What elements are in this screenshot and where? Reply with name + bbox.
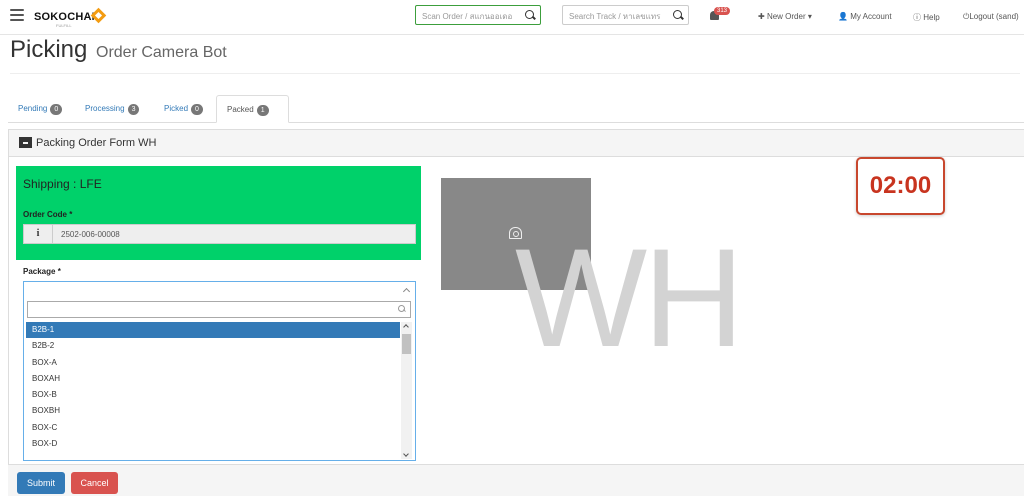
user-icon: 👤 xyxy=(838,12,848,21)
tab-pending[interactable]: Pending 0 xyxy=(8,95,70,122)
shipping-label: Shipping : LFE xyxy=(23,177,102,191)
package-option[interactable]: BOXAH xyxy=(26,371,400,387)
logout-link[interactable]: ⏻Logout (sand) xyxy=(963,12,1019,22)
order-code-value: 2502-006-00008 xyxy=(61,230,120,239)
help-link[interactable]: ⓘ Help xyxy=(913,12,940,23)
new-order-menu[interactable]: ✚ New Order ▾ xyxy=(758,12,812,21)
package-option[interactable]: BOX-D xyxy=(26,436,400,452)
plus-icon: ✚ xyxy=(758,12,765,21)
scroll-down-icon[interactable] xyxy=(403,451,409,457)
search-icon[interactable] xyxy=(673,10,682,19)
top-navbar: SOKOCHAN FULFILL Scan Order / สแกนออเดอ … xyxy=(0,0,1024,35)
page-title: Picking xyxy=(10,36,88,63)
scroll-up-icon[interactable] xyxy=(403,324,409,330)
order-code-label: Order Code * xyxy=(23,210,73,219)
package-select[interactable]: B2B-1 B2B-2 BOX-A BOXAH BOX-B BOXBH BOX-C BOX-D xyxy=(23,281,416,461)
package-label: Package * xyxy=(23,267,61,276)
warehouse-watermark: WH xyxy=(515,219,744,376)
notification-badge[interactable]: 313 xyxy=(714,7,731,15)
tab-picked[interactable]: Picked 0 xyxy=(154,95,212,122)
dropdown-scrollbar[interactable] xyxy=(401,322,412,459)
package-search-input[interactable] xyxy=(27,301,411,318)
menu-icon[interactable] xyxy=(10,9,24,21)
panel-title: Packing Order Form WH xyxy=(36,137,157,149)
package-option[interactable]: B2B-2 xyxy=(26,338,400,354)
scan-order-input[interactable]: Scan Order / สแกนออเดอ xyxy=(415,5,541,25)
package-option[interactable]: BOX-B xyxy=(26,387,400,403)
form-footer xyxy=(8,464,1024,496)
tab-count-badge: 3 xyxy=(127,104,140,115)
package-option[interactable]: BOX-C xyxy=(26,420,400,436)
caret-down-icon: ▾ xyxy=(807,12,812,21)
tab-packed[interactable]: Packed 1 xyxy=(216,95,289,123)
chevron-up-icon[interactable] xyxy=(402,287,411,296)
tab-count-badge: 1 xyxy=(256,105,269,116)
search-icon xyxy=(398,305,405,312)
package-option[interactable]: BOX-A xyxy=(26,355,400,371)
page-subtitle: Order Camera Bot xyxy=(96,44,227,61)
order-code-field: i 2502-006-00008 xyxy=(23,224,416,244)
package-options-list: B2B-1 B2B-2 BOX-A BOXAH BOX-B BOXBH BOX-C BOX-D xyxy=(26,322,400,454)
status-tabs: Pending 0 Processing 3 Picked 0 Packed 1 xyxy=(8,95,1024,123)
divider xyxy=(10,73,1020,74)
tab-count-badge: 0 xyxy=(50,104,63,115)
brand-sub: FULFILL xyxy=(56,23,72,28)
submit-button[interactable]: Submit xyxy=(17,472,65,494)
archive-icon xyxy=(19,137,32,148)
cancel-button[interactable]: Cancel xyxy=(71,472,118,494)
info-icon: ⓘ xyxy=(913,13,921,22)
scroll-thumb[interactable] xyxy=(402,334,411,354)
search-icon[interactable] xyxy=(525,10,534,19)
my-account-link[interactable]: 👤 My Account xyxy=(838,12,892,21)
package-option[interactable]: BOXBH xyxy=(26,403,400,419)
tab-processing[interactable]: Processing 3 xyxy=(75,95,147,122)
countdown-timer: 02:00 xyxy=(856,157,945,215)
search-track-input[interactable]: Search Track / หาเลขแทร xyxy=(562,5,689,25)
brand-logo[interactable]: SOKOCHAN xyxy=(34,11,100,23)
panel-header: Packing Order Form WH xyxy=(9,130,1024,157)
info-icon: i xyxy=(24,225,53,243)
package-option[interactable]: B2B-1 xyxy=(26,322,400,339)
tab-count-badge: 0 xyxy=(191,104,203,115)
